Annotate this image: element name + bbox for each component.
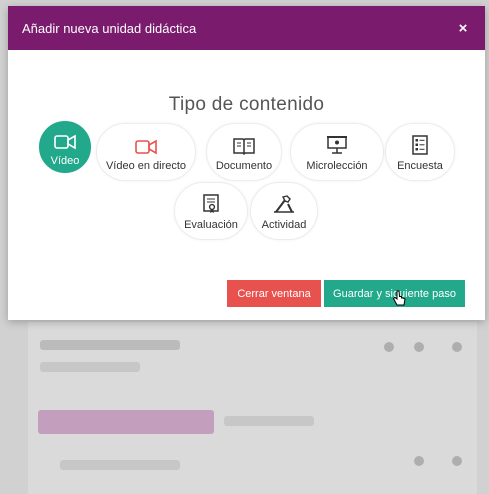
content-type-label: Microlección	[306, 159, 368, 172]
modal-title: Añadir nueva unidad didáctica	[22, 20, 197, 36]
content-type-video[interactable]: Vídeo	[39, 121, 91, 173]
content-type-label: Evaluación	[184, 218, 238, 231]
content-type-label: Encuesta	[397, 159, 443, 172]
presentation-board-icon	[326, 133, 348, 155]
content-type-live-video[interactable]: Vídeo en directo	[96, 123, 196, 181]
content-type-label: Vídeo en directo	[105, 159, 187, 172]
content-type-evaluation[interactable]: Evaluación	[174, 182, 248, 240]
live-video-camera-icon	[135, 133, 157, 155]
tools-icon	[273, 192, 295, 214]
book-icon	[233, 133, 255, 155]
content-type-label: Vídeo	[50, 154, 80, 167]
content-type-survey[interactable]: Encuesta	[385, 123, 455, 181]
content-type-document[interactable]: Documento	[206, 123, 282, 181]
section-title: Tipo de contenido	[168, 94, 325, 115]
content-type-label: Documento	[215, 159, 273, 172]
content-type-microlesson[interactable]: Microlección	[290, 123, 384, 181]
content-type-label: Actividad	[261, 218, 307, 231]
close-icon[interactable]: ×	[455, 20, 471, 37]
certificate-document-icon	[203, 192, 219, 214]
checklist-icon	[412, 133, 428, 155]
close-window-button[interactable]: Cerrar ventana	[227, 280, 321, 307]
hand-cursor-icon	[392, 290, 406, 313]
content-type-activity[interactable]: Actividad	[250, 182, 318, 240]
add-unit-modal: Añadir nueva unidad didáctica × Tipo de …	[8, 6, 485, 320]
modal-header: Añadir nueva unidad didáctica ×	[8, 6, 485, 50]
video-camera-icon	[54, 128, 76, 150]
